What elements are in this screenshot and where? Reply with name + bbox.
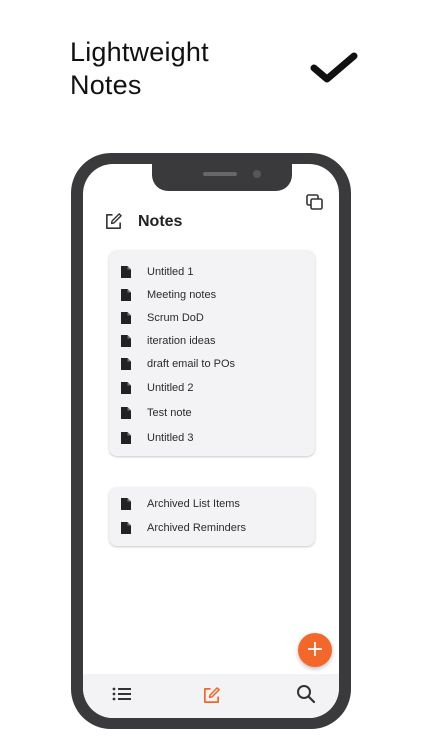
list-item-label: Meeting notes	[147, 289, 217, 301]
list-item-note[interactable]: Test note	[109, 403, 315, 423]
list-item-label: Untitled 1	[147, 266, 194, 278]
promo-headline-line1: Lightweight	[70, 37, 209, 67]
list-item-label: Test note	[147, 407, 192, 419]
promo-headline: Lightweight Notes	[70, 36, 209, 102]
page-title: Notes	[138, 213, 183, 230]
edit-note-icon[interactable]	[202, 686, 221, 705]
list-item-label: draft email to POs	[147, 358, 236, 370]
document-icon	[121, 335, 131, 347]
phone-speaker	[203, 172, 237, 176]
list-item-archive[interactable]: Archived List Items	[109, 494, 315, 514]
list-item-note[interactable]: Untitled 3	[109, 428, 315, 448]
edit-note-icon[interactable]	[104, 212, 123, 231]
search-icon[interactable]	[296, 684, 316, 704]
promo-headline-line2: Notes	[70, 70, 142, 100]
list-item-label: Untitled 2	[147, 382, 194, 394]
list-item-label: Untitled 3	[147, 432, 194, 444]
document-icon	[121, 498, 131, 510]
copy-icon[interactable]	[305, 193, 325, 213]
list-item-note[interactable]: draft email to POs	[109, 354, 315, 374]
list-icon[interactable]	[112, 686, 132, 702]
document-icon	[121, 432, 131, 444]
notes-list-card: Untitled 1 Meeting notes Scrum DoD itera…	[109, 250, 315, 456]
add-note-button[interactable]: +	[298, 633, 332, 667]
checkmark-icon	[310, 52, 358, 83]
document-icon	[121, 312, 131, 324]
document-icon	[121, 289, 131, 301]
list-item-note[interactable]: Untitled 2	[109, 378, 315, 398]
list-item-label: Archived List Items	[147, 498, 240, 510]
archive-list-card: Archived List Items Archived Reminders	[109, 487, 315, 546]
plus-icon: +	[305, 637, 325, 662]
list-item-note[interactable]: Untitled 1	[109, 262, 315, 282]
phone-notch	[152, 164, 292, 191]
list-item-note[interactable]: iteration ideas	[109, 331, 315, 351]
list-item-label: iteration ideas	[147, 335, 216, 347]
list-item-note[interactable]: Scrum DoD	[109, 308, 315, 328]
document-icon	[121, 358, 131, 370]
document-icon	[121, 407, 131, 419]
list-item-archive[interactable]: Archived Reminders	[109, 518, 315, 538]
phone-camera	[253, 170, 261, 178]
document-icon	[121, 382, 131, 394]
list-item-note[interactable]: Meeting notes	[109, 285, 315, 305]
bottom-navigation	[83, 674, 339, 718]
document-icon	[121, 266, 131, 278]
phone-frame: Notes Untitled 1 Meeting notes Scrum DoD…	[71, 153, 351, 729]
list-item-label: Archived Reminders	[147, 522, 247, 534]
document-icon	[121, 522, 131, 534]
list-item-label: Scrum DoD	[147, 312, 204, 324]
phone-screen: Notes Untitled 1 Meeting notes Scrum DoD…	[83, 164, 339, 718]
